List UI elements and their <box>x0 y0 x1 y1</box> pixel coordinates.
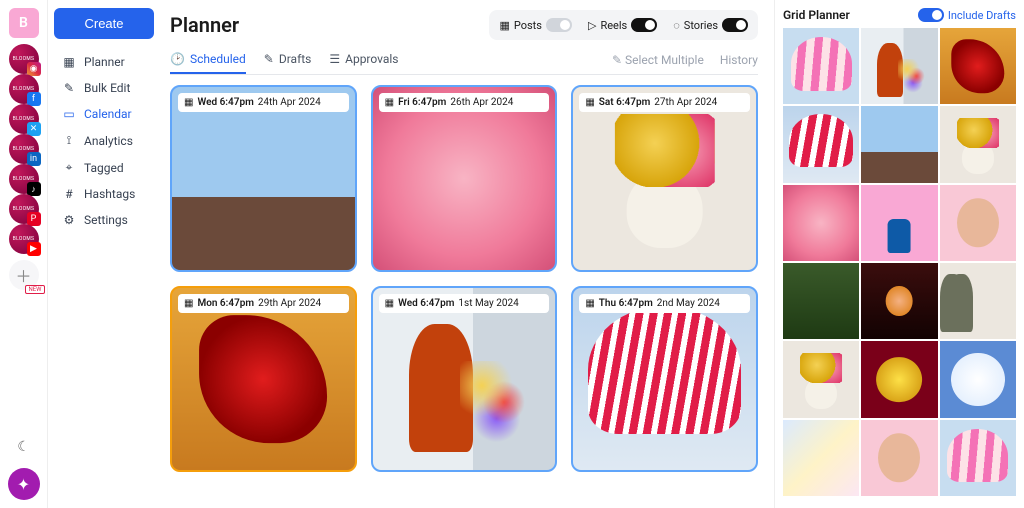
post-card[interactable]: ▦Sat 6:47pm27th Apr 2024 <box>571 85 758 272</box>
post-card[interactable]: ▦Thu 6:47pm2nd May 2024 <box>571 286 758 473</box>
grid-cell[interactable] <box>940 341 1016 417</box>
filter-stories[interactable]: ◌Stories <box>667 14 754 36</box>
grid-cell[interactable] <box>783 341 859 417</box>
nav-tagged[interactable]: ⌖ Tagged <box>54 154 154 181</box>
nav-hashtags[interactable]: # Hashtags <box>54 181 154 207</box>
grid-cell[interactable] <box>783 263 859 339</box>
history-button[interactable]: History <box>720 53 758 67</box>
create-button[interactable]: Create <box>54 8 154 39</box>
nav-tagged-icon: ⌖ <box>62 160 76 175</box>
filter-icon: ◌ <box>673 19 680 32</box>
account-blooms-linkedin[interactable]: in <box>9 134 39 164</box>
post-card[interactable]: ▦Mon 6:47pm29th Apr 2024 <box>170 286 357 473</box>
grid-cell[interactable] <box>861 185 937 261</box>
grid-cell[interactable] <box>861 106 937 182</box>
grid-cell[interactable] <box>783 106 859 182</box>
grid-planner-panel: Grid Planner Include Drafts <box>774 0 1024 508</box>
account-blooms-instagram[interactable]: ◉ <box>9 44 39 74</box>
nav-hashtags-icon: # <box>62 187 76 201</box>
tab-icon: 🕑 <box>170 52 185 66</box>
grid-planner-title: Grid Planner <box>783 8 850 22</box>
main-content: Planner ▦Posts▷Reels◌Stories 🕑Scheduled ✎… <box>160 0 774 508</box>
nav-label: Tagged <box>84 161 124 175</box>
grid-cell[interactable] <box>861 420 937 496</box>
post-schedule-label: ▦Sat 6:47pm27th Apr 2024 <box>579 93 750 112</box>
account-blooms-twitter[interactable]: ✕ <box>9 104 39 134</box>
nav-label: Bulk Edit <box>84 81 130 95</box>
grid-cell[interactable] <box>940 106 1016 182</box>
grid-icon: ▦ <box>184 97 193 108</box>
grid-icon: ▦ <box>385 298 394 309</box>
filter-reels[interactable]: ▷Reels <box>582 14 663 36</box>
account-blooms-pinterest[interactable]: P <box>9 194 39 224</box>
nav-label: Planner <box>84 55 125 69</box>
grid-cell[interactable] <box>940 185 1016 261</box>
add-account-button[interactable]: ＋ NEW <box>9 260 39 290</box>
page-title: Planner <box>170 13 239 37</box>
theme-toggle-icon[interactable]: ☾ <box>9 432 39 462</box>
filter-icon: ▷ <box>588 19 596 32</box>
post-card[interactable]: ▦Wed 6:47pm1st May 2024 <box>371 286 558 473</box>
assist-fab-button[interactable]: ✦ <box>8 468 40 500</box>
content-type-filters: ▦Posts▷Reels◌Stories <box>489 10 758 40</box>
post-card[interactable]: ▦Fri 6:47pm26th Apr 2024 <box>371 85 558 272</box>
include-drafts-toggle[interactable]: Include Drafts <box>918 8 1016 22</box>
new-badge: NEW <box>25 285 44 294</box>
nav-label: Analytics <box>84 134 133 148</box>
post-schedule-label: ▦Fri 6:47pm26th Apr 2024 <box>379 93 550 112</box>
nav-planner-icon: ▦ <box>62 55 76 69</box>
post-schedule-label: ▦Wed 6:47pm1st May 2024 <box>379 294 550 313</box>
post-schedule-label: ▦Wed 6:47pm24th Apr 2024 <box>178 93 349 112</box>
grid-icon: ▦ <box>585 97 594 108</box>
grid-cell[interactable] <box>783 28 859 104</box>
account-blooms-tiktok[interactable]: ♪ <box>9 164 39 194</box>
grid-cell[interactable] <box>940 28 1016 104</box>
select-multiple-button[interactable]: ✎ Select Multiple <box>612 53 704 67</box>
nav-label: Settings <box>84 213 128 227</box>
scheduled-posts-grid: ▦Wed 6:47pm24th Apr 2024 ▦Fri 6:47pm26th … <box>170 85 758 482</box>
post-card[interactable]: ▦Wed 6:47pm24th Apr 2024 <box>170 85 357 272</box>
tab-scheduled[interactable]: 🕑Scheduled <box>170 46 246 74</box>
nav-planner[interactable]: ▦ Planner <box>54 49 154 75</box>
nav-analytics-icon: ⟟ <box>62 133 76 148</box>
workspace-avatar[interactable]: B <box>9 8 39 38</box>
filter-icon: ▦ <box>499 19 509 32</box>
tab-icon: ☰ <box>329 52 340 66</box>
grid-icon: ▦ <box>184 298 193 309</box>
grid-cell[interactable] <box>783 420 859 496</box>
tab-drafts[interactable]: ✎Drafts <box>264 46 312 74</box>
account-rail: B ◉f✕in♪P ▶ ＋ NEW ☾ ✦ <box>0 0 48 508</box>
yt-icon: ▶ <box>27 242 41 256</box>
nav-analytics[interactable]: ⟟ Analytics <box>54 127 154 154</box>
grid-icon: ▦ <box>585 298 594 309</box>
account-blooms-youtube[interactable]: ▶ <box>9 224 39 254</box>
nav-bulk-edit[interactable]: ✎ Bulk Edit <box>54 75 154 101</box>
filter-posts[interactable]: ▦Posts <box>493 14 578 36</box>
toggle-icon <box>631 18 657 32</box>
grid-cell[interactable] <box>783 185 859 261</box>
post-schedule-label: ▦Mon 6:47pm29th Apr 2024 <box>178 294 349 313</box>
nav-calendar-icon: ▭ <box>62 107 76 121</box>
grid-cell[interactable] <box>940 420 1016 496</box>
nav-settings-icon: ⚙ <box>62 213 76 227</box>
toggle-icon <box>722 18 748 32</box>
tab-icon: ✎ <box>264 52 274 66</box>
nav-bulk-edit-icon: ✎ <box>62 81 76 95</box>
account-blooms-facebook[interactable]: f <box>9 74 39 104</box>
nav-label: Calendar <box>84 107 132 121</box>
sidebar: Create ▦ Planner ✎ Bulk Edit ▭ Calendar ⟟ Analy… <box>48 0 160 508</box>
grid-icon: ▦ <box>385 97 394 108</box>
nav-settings[interactable]: ⚙ Settings <box>54 207 154 233</box>
grid-cell[interactable] <box>861 28 937 104</box>
post-schedule-label: ▦Thu 6:47pm2nd May 2024 <box>579 294 750 313</box>
grid-cell[interactable] <box>861 341 937 417</box>
toggle-icon <box>546 18 572 32</box>
tab-approvals[interactable]: ☰Approvals <box>329 46 398 74</box>
grid-cell[interactable] <box>861 263 937 339</box>
grid-cell[interactable] <box>940 263 1016 339</box>
nav-calendar[interactable]: ▭ Calendar <box>54 101 154 127</box>
nav-label: Hashtags <box>84 187 135 201</box>
